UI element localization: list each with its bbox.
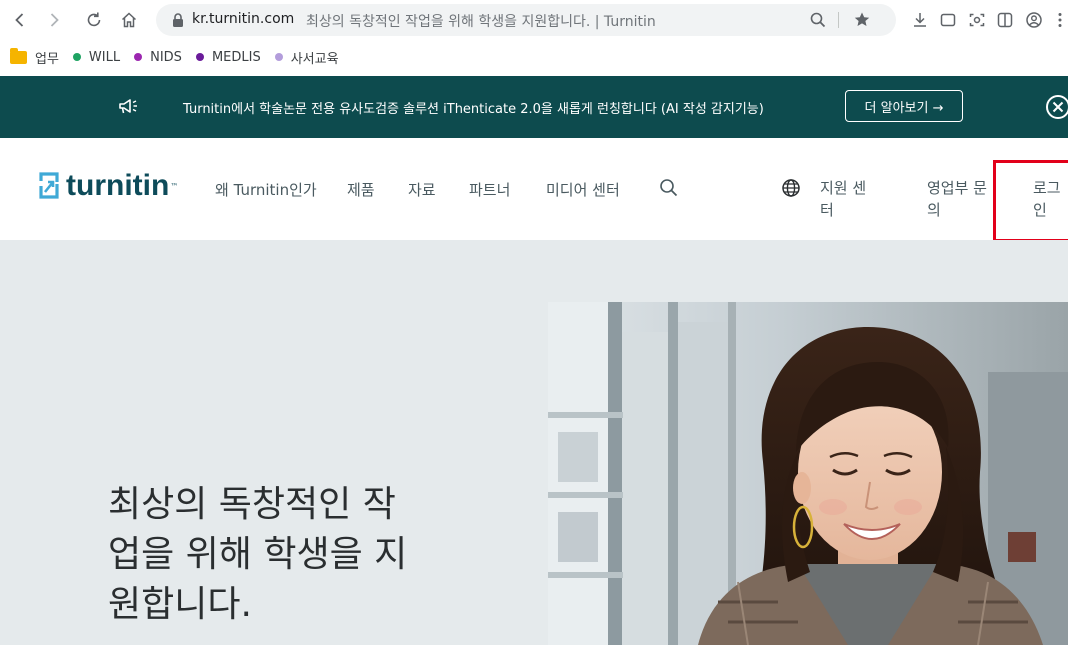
nav-support-center[interactable]: 지원 센 터 — [820, 177, 866, 221]
home-button[interactable] — [115, 6, 143, 34]
bookmark-label: MEDLIS — [211, 49, 261, 65]
bookmark-will[interactable]: WILL — [72, 49, 121, 65]
nav-why-turnitin[interactable]: 왜 Turnitin인가 — [215, 179, 317, 200]
bookmark-librarian-education[interactable]: 사서교육 — [274, 48, 339, 67]
lock-icon — [173, 13, 183, 27]
browser-toolbar: kr.turnitin.com 최상의 독창적인 작업을 위해 학생을 지원합니… — [0, 0, 1068, 40]
profile-icon[interactable] — [1022, 8, 1046, 32]
kebab-menu-icon[interactable] — [1048, 8, 1068, 32]
hero-title-line-3: 원합니다. — [108, 584, 252, 625]
bookmark-label: 업무 — [35, 51, 59, 67]
screenshot-icon[interactable] — [965, 8, 989, 32]
banner-text: Turnitin에서 학술논문 전용 유사도검증 솔루션 iThenticate… — [183, 102, 764, 117]
bookmark-medlis[interactable]: MEDLIS — [195, 49, 261, 65]
url-page-title: 최상의 독창적인 작업을 위해 학생을 지원합니다. | Turnitin — [306, 14, 656, 30]
nav-support-line-1: 지원 센 — [820, 179, 867, 197]
learn-more-button[interactable]: 더 알아보기 → — [845, 90, 963, 122]
nav-support-line-2: 터 — [820, 201, 834, 219]
forward-button[interactable] — [40, 6, 68, 34]
logo-trademark: ™ — [170, 181, 179, 191]
turnitin-logo[interactable]: turnitin ™ — [38, 169, 178, 203]
hero-section: 최상의 독창적인 작 업을 위해 학생을 지 원합니다. — [0, 240, 1068, 645]
omnibox-divider — [838, 12, 839, 28]
folder-icon — [10, 47, 27, 64]
back-arrow-icon — [15, 13, 24, 27]
cast-icon[interactable] — [936, 8, 960, 32]
address-bar[interactable]: kr.turnitin.com 최상의 독창적인 작업을 위해 학생을 지원합니… — [156, 4, 896, 36]
nav-sales-line-1: 영업부 문 — [927, 179, 987, 197]
turnitin-logo-mark-icon — [39, 172, 59, 199]
reload-icon — [87, 12, 101, 27]
nav-products[interactable]: 제품 — [347, 179, 375, 200]
nav-sales-line-2: 의 — [927, 201, 941, 219]
home-icon — [121, 12, 137, 28]
close-icon[interactable] — [1045, 94, 1068, 120]
megaphone-icon — [119, 99, 137, 114]
dot-icon — [195, 53, 204, 61]
hero-title-line-2: 업을 위해 학생을 지 — [108, 534, 408, 575]
dot-icon — [134, 53, 143, 61]
reload-button[interactable] — [80, 6, 108, 34]
nav-resources[interactable]: 자료 — [408, 179, 436, 200]
nav-sales-inquiry[interactable]: 영업부 문 의 — [927, 177, 987, 221]
url-domain: kr.turnitin.com — [192, 11, 295, 27]
dot-icon — [274, 53, 283, 61]
hero-title: 최상의 독창적인 작 업을 위해 학생을 지 원합니다. — [108, 480, 448, 630]
zoom-icon[interactable] — [808, 10, 828, 30]
bookmark-nids[interactable]: NIDS — [134, 50, 182, 65]
logo-wordmark: turnitin — [66, 169, 170, 202]
nav-media-center[interactable]: 미디어 센터 — [546, 179, 620, 200]
bookmark-label: 사서교육 — [290, 51, 339, 67]
side-panel-icon[interactable] — [993, 8, 1017, 32]
bookmark-folder-work[interactable]: 업무 — [10, 47, 59, 67]
globe-icon[interactable] — [780, 177, 802, 199]
hero-photo-student — [548, 302, 1068, 645]
site-nav: turnitin ™ 왜 Turnitin인가 제품 자료 파트너 미디어 센터… — [0, 138, 1068, 242]
download-icon[interactable] — [908, 8, 932, 32]
bookmark-label: WILL — [88, 49, 121, 65]
search-icon[interactable] — [658, 177, 680, 199]
bookmark-label: NIDS — [150, 49, 182, 65]
bookmarks-bar: 업무 WILL NIDS MEDLIS 사서교육 — [0, 40, 1068, 74]
login-highlight-box — [993, 160, 1068, 242]
forward-arrow-icon — [50, 13, 59, 27]
dot-icon — [72, 53, 81, 61]
hero-title-line-1: 최상의 독창적인 작 — [108, 484, 396, 525]
nav-partners[interactable]: 파트너 — [469, 179, 510, 200]
bookmark-star-icon[interactable] — [852, 10, 872, 30]
announcement-banner: Turnitin에서 학술논문 전용 유사도검증 솔루션 iThenticate… — [0, 76, 1068, 138]
back-button[interactable] — [6, 6, 34, 34]
